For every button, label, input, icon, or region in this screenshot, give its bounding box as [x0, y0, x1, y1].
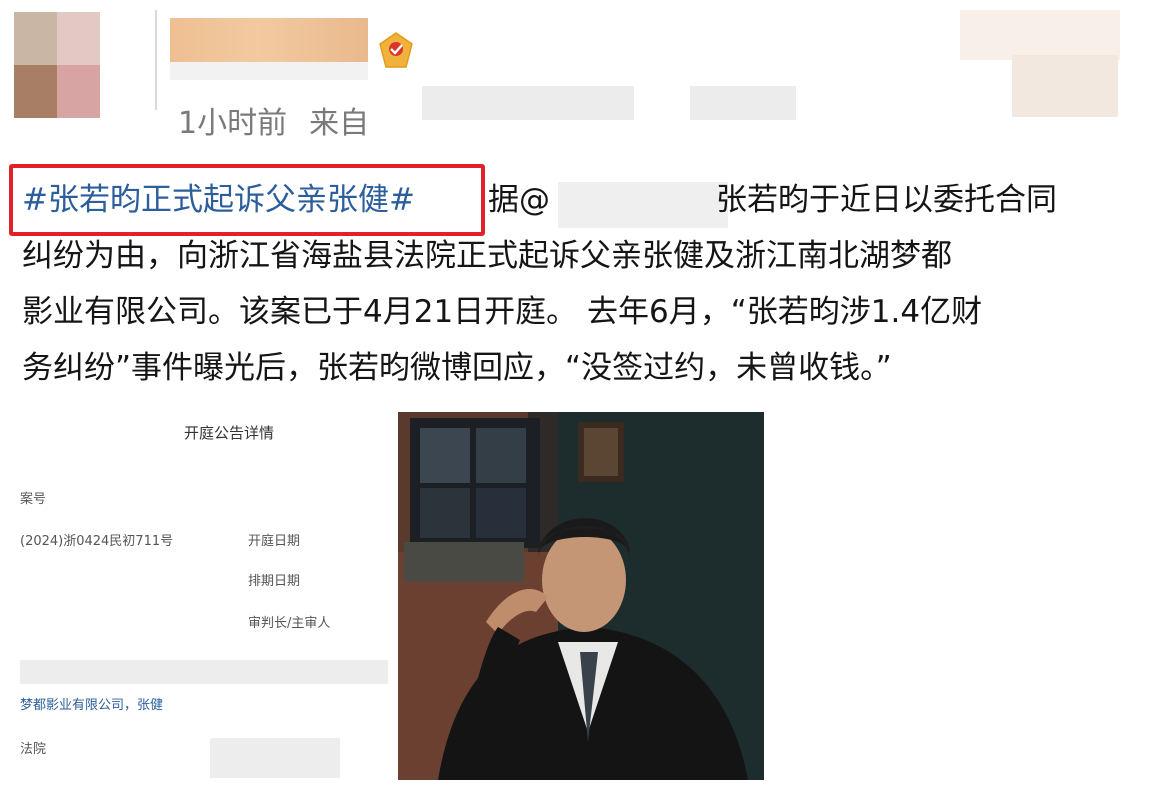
court-label: 法院	[20, 742, 47, 757]
post-line-4: 务纠纷”事件曝光后，张若昀微博回应，“没签过约，未曾收钱。”	[22, 350, 892, 386]
hearing-date-label: 开庭日期	[248, 534, 301, 549]
parties: 梦都影业有限公司，张健	[20, 698, 164, 713]
according-text: 据@	[488, 182, 550, 218]
hashtag-highlight-box	[9, 164, 485, 236]
source-redacted[interactable]	[422, 86, 634, 120]
source-redacted-2	[690, 86, 796, 120]
username-redacted[interactable]	[170, 18, 368, 62]
avatar[interactable]	[14, 12, 100, 118]
schedule-date-label: 排期日期	[248, 574, 301, 589]
post-time: 1小时前	[178, 106, 288, 141]
post-line-2: 纠纷为由，向浙江省海盐县法院正式起诉父亲张健及浙江南北湖梦都	[22, 238, 952, 274]
photo-image[interactable]	[398, 412, 764, 780]
header-divider	[155, 10, 157, 110]
vip-badge-icon	[379, 32, 413, 68]
mention-redacted[interactable]	[558, 182, 728, 228]
case-number: (2024)浙0424民初711号	[20, 534, 174, 549]
court-notice-image[interactable]: 开庭公告详情 案号 (2024)浙0424民初711号 开庭日期 排期日期 审判…	[10, 412, 398, 784]
post-line-1-rest: 张若昀于近日以委托合同	[716, 182, 1057, 218]
case-label: 案号	[20, 492, 47, 507]
post-source-prefix: 来自	[309, 106, 370, 141]
post-meta: 1小时前 来自	[178, 98, 391, 142]
judge-label: 审判长/主审人	[248, 616, 331, 631]
top-right-redacted	[960, 10, 1120, 60]
post-line-3: 影业有限公司。该案已于4月21日开庭。 去年6月，“张若昀涉1.4亿财	[22, 294, 983, 330]
username-subline-redacted	[170, 62, 368, 80]
follow-button-redacted[interactable]	[1012, 55, 1118, 117]
court-name-redacted	[210, 738, 340, 778]
court-notice-title: 开庭公告详情	[184, 424, 275, 442]
doc-redacted-row	[20, 660, 388, 684]
